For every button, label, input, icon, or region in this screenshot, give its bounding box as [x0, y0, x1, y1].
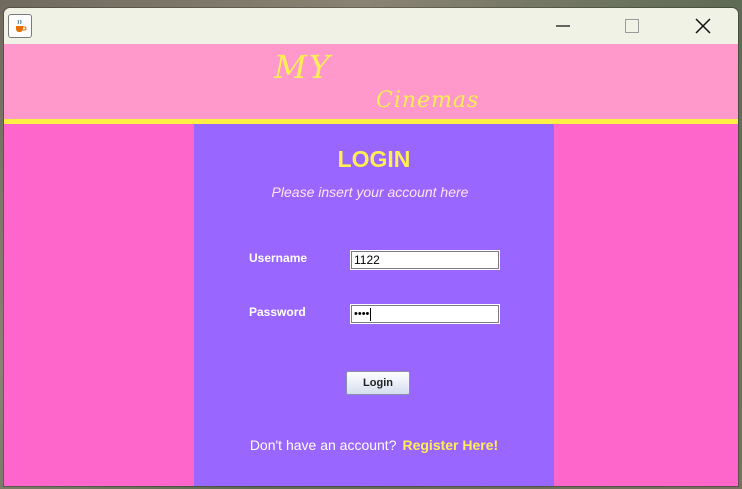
- register-link[interactable]: Register Here!: [402, 437, 498, 453]
- minimize-button[interactable]: [540, 8, 586, 44]
- text-caret: [370, 307, 372, 321]
- username-field[interactable]: 1122: [350, 250, 500, 270]
- maximize-icon: [625, 19, 639, 33]
- register-prompt: Don't have an account? Register Here!: [194, 437, 554, 453]
- logo-cinemas: Cinemas: [376, 88, 480, 113]
- username-label: Username: [249, 251, 308, 265]
- login-title: LOGIN: [337, 146, 411, 172]
- login-panel: LOGIN Please insert your account here Us…: [194, 124, 554, 486]
- title-bar[interactable]: [4, 8, 738, 44]
- close-button[interactable]: [680, 8, 726, 44]
- logo-my: MY: [274, 48, 332, 86]
- brand-header: [4, 44, 738, 119]
- maximize-button[interactable]: [609, 8, 655, 44]
- no-account-text: Don't have an account?: [249, 437, 397, 453]
- password-mask: ••••: [354, 308, 370, 320]
- java-cup-icon[interactable]: [8, 14, 32, 38]
- password-label: Password: [249, 305, 306, 319]
- minimize-icon: [556, 25, 570, 27]
- login-subtitle: Please insert your account here: [271, 184, 469, 200]
- password-field[interactable]: ••••: [350, 304, 500, 324]
- login-button[interactable]: Login: [346, 371, 410, 395]
- login-window: MY Cinemas LOGIN Please insert your acco…: [4, 8, 738, 486]
- close-icon: [695, 18, 711, 34]
